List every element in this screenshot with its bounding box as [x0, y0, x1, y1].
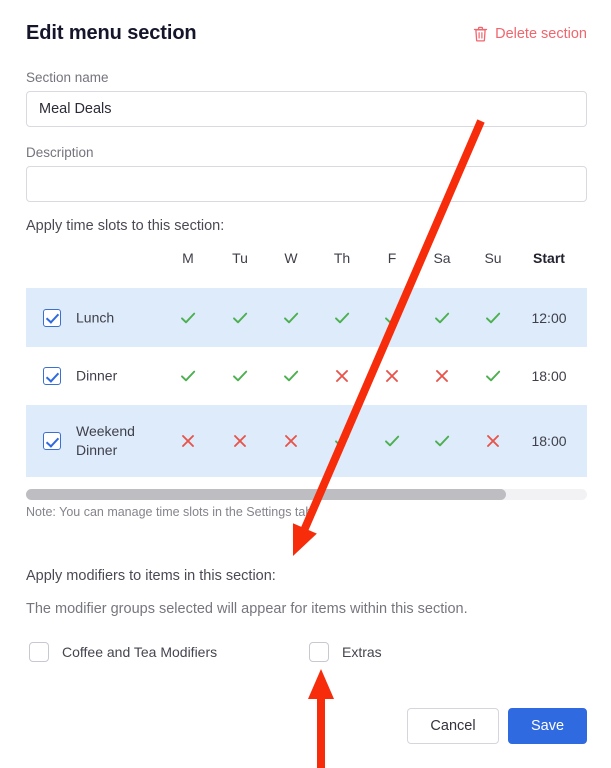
- check-icon: [433, 432, 451, 450]
- dialog-header: Edit menu section Delete section: [0, 22, 611, 56]
- check-icon: [179, 367, 197, 385]
- timeslot-start-time: 12:00: [531, 309, 567, 326]
- modifier-option-extras[interactable]: Extras: [309, 642, 382, 662]
- cross-icon: [179, 432, 197, 450]
- cross-icon: [333, 367, 351, 385]
- day-column-header-f: F: [387, 250, 397, 266]
- check-icon: [179, 309, 197, 327]
- timeslot-checkbox[interactable]: [43, 367, 61, 385]
- day-column-header-m: M: [182, 250, 194, 266]
- page-title: Edit menu section: [26, 22, 197, 44]
- check-icon: [333, 309, 351, 327]
- modifier-option-label: Coffee and Tea Modifiers: [62, 644, 218, 660]
- day-column-header-th: Th: [333, 250, 351, 266]
- section-name-input[interactable]: [26, 91, 587, 127]
- modifier-option-label: Extras: [342, 644, 382, 660]
- table-row[interactable]: Lunch 12:00: [26, 288, 587, 347]
- timeslots-note: Note: You can manage time slots in the S…: [26, 505, 313, 519]
- modifier-option-coffee-and-tea-modifiers[interactable]: Coffee and Tea Modifiers: [29, 642, 217, 662]
- cross-icon: [433, 367, 451, 385]
- timeslot-name: Weekend Dinner: [76, 423, 135, 458]
- check-icon: [383, 309, 401, 327]
- table-row[interactable]: Dinner 18:00: [26, 347, 587, 405]
- timeslot-start-time: 18:00: [531, 433, 567, 449]
- save-button[interactable]: Save: [508, 708, 587, 744]
- table-row[interactable]: Weekend Dinner 18:00: [26, 405, 587, 477]
- timeslot-name: Dinner: [76, 367, 118, 384]
- timeslot-name: Lunch: [76, 309, 115, 325]
- timeslots-heading: Apply time slots to this section:: [26, 218, 225, 234]
- check-icon: [231, 367, 249, 385]
- cross-icon: [231, 432, 249, 450]
- delete-section-label: Delete section: [495, 26, 587, 42]
- arrow-to-extras-checkbox-head: [308, 669, 334, 699]
- timeslot-start-time: 18:00: [531, 368, 567, 384]
- trash-icon: [473, 26, 488, 42]
- modifiers-description: The modifier groups selected will appear…: [26, 601, 468, 617]
- timeslots-table-header: M Tu W Th F Sa Su Start: [0, 246, 611, 282]
- check-icon: [433, 309, 451, 327]
- modifier-checkbox[interactable]: [309, 642, 329, 662]
- scrollbar-thumb[interactable]: [26, 489, 506, 500]
- modifier-checkbox[interactable]: [29, 642, 49, 662]
- description-input[interactable]: [26, 166, 587, 202]
- cross-icon: [383, 367, 401, 385]
- start-column-header: Start: [533, 250, 565, 266]
- cross-icon: [282, 432, 300, 450]
- delete-section-button[interactable]: Delete section: [473, 26, 587, 42]
- description-label: Description: [26, 145, 94, 160]
- check-icon: [282, 367, 300, 385]
- day-column-header-sa: Sa: [433, 250, 451, 266]
- cross-icon: [484, 432, 502, 450]
- check-icon: [484, 367, 502, 385]
- day-column-header-tu: Tu: [232, 250, 248, 266]
- check-icon: [383, 432, 401, 450]
- cancel-button[interactable]: Cancel: [407, 708, 499, 744]
- timeslot-checkbox[interactable]: [43, 308, 61, 327]
- section-name-label: Section name: [26, 70, 109, 85]
- check-icon: [484, 309, 502, 327]
- check-icon: [333, 432, 351, 450]
- day-column-header-w: W: [284, 250, 298, 266]
- arrow-to-modifiers-heading-head: [292, 523, 317, 556]
- day-column-header-su: Su: [484, 250, 502, 266]
- timeslots-horizontal-scrollbar[interactable]: [26, 489, 587, 500]
- timeslots-table: M Tu W Th F Sa Su Start Lunch 12:00 Dinner 18:00 We…: [0, 246, 611, 499]
- check-icon: [282, 309, 300, 327]
- modifiers-heading: Apply modifiers to items in this section…: [26, 568, 276, 584]
- timeslot-checkbox[interactable]: [43, 432, 61, 450]
- check-icon: [231, 309, 249, 327]
